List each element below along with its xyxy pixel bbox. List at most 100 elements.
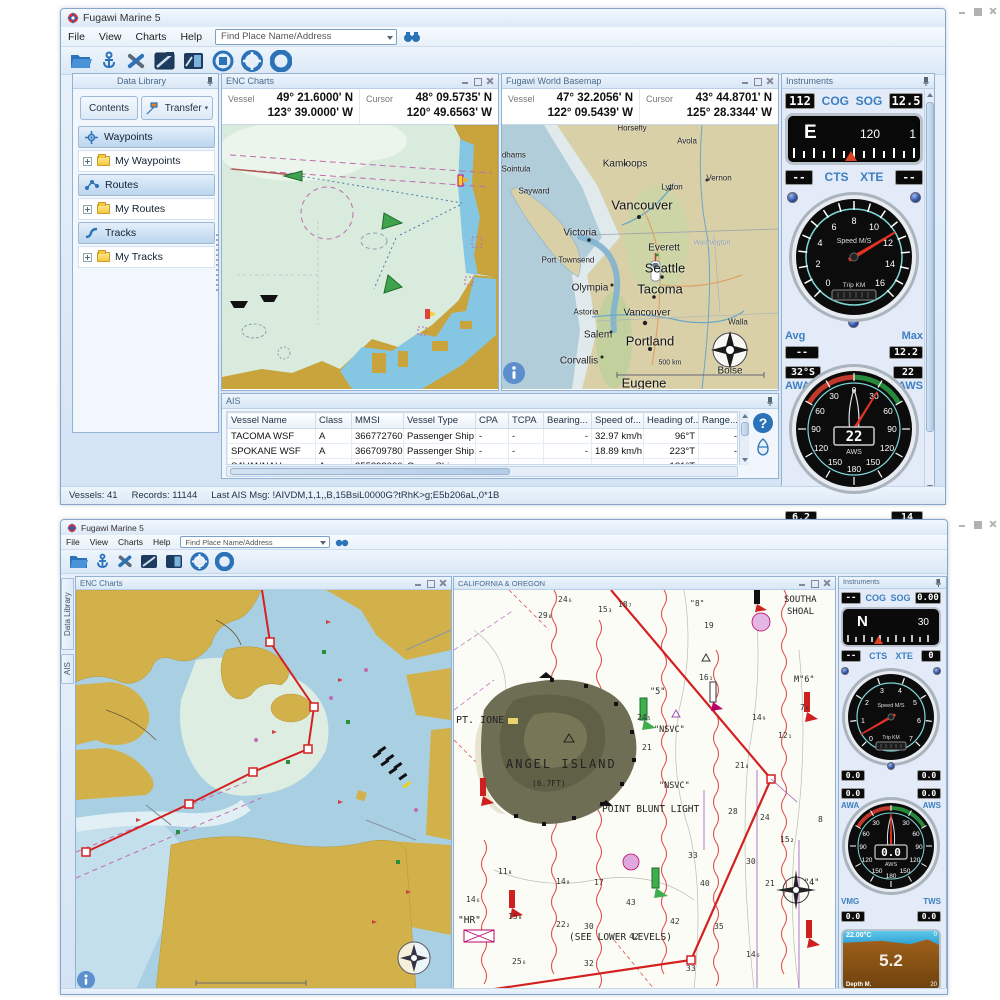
minimize-icon[interactable] (958, 520, 967, 528)
col-bearing[interactable]: Bearing... (544, 413, 592, 429)
tree-tracks[interactable]: Tracks (78, 222, 215, 244)
maximize-icon[interactable] (426, 579, 435, 587)
titlebar[interactable]: Fugawi Marine 5 (61, 9, 945, 27)
window-controls-top[interactable] (958, 7, 997, 15)
gauge-knob[interactable] (933, 667, 941, 675)
binoculars-icon[interactable] (403, 31, 421, 43)
search-dropdown-arrow[interactable] (320, 541, 326, 545)
col-vessel-type[interactable]: Vessel Type (404, 413, 476, 429)
tree-my-waypoints[interactable]: My Waypoints (78, 150, 215, 172)
chart-view-icon[interactable] (154, 51, 176, 71)
menu-charts[interactable]: Charts (129, 29, 174, 45)
tools-icon[interactable] (116, 553, 134, 570)
col-cpa[interactable]: CPA (476, 413, 509, 429)
ais-hscrollbar[interactable] (226, 466, 738, 477)
maximize-icon[interactable] (753, 77, 762, 85)
window-controls-bottom[interactable] (958, 520, 997, 528)
minimize-icon[interactable] (461, 77, 470, 85)
panel-splitter[interactable] (216, 234, 219, 294)
expand-icon[interactable] (83, 253, 92, 262)
close-icon[interactable] (485, 77, 494, 85)
menu-help[interactable]: Help (148, 536, 175, 548)
minimize-icon[interactable] (798, 579, 807, 587)
gauge-knob[interactable] (887, 762, 895, 770)
pin-icon[interactable] (766, 396, 774, 406)
binoculars-icon[interactable] (335, 537, 349, 547)
col-class[interactable]: Class (316, 413, 352, 429)
pin-icon[interactable] (206, 76, 214, 86)
tree-my-routes[interactable]: My Routes (78, 198, 215, 220)
record-track-icon[interactable] (270, 50, 292, 72)
minimize-icon[interactable] (741, 77, 750, 85)
anchor-icon[interactable] (95, 553, 110, 570)
svg-text:24: 24 (760, 813, 770, 822)
maximize-icon[interactable] (473, 77, 482, 85)
record-track-icon[interactable] (215, 552, 234, 571)
chart-label: PT. IONE (456, 715, 504, 726)
split-chart-icon[interactable] (183, 51, 205, 71)
mob-lifering-icon[interactable] (190, 552, 209, 571)
ais-table[interactable]: Vessel Name Class MMSI Vessel Type CPA T… (227, 412, 738, 465)
expand-icon[interactable] (83, 157, 92, 166)
expand-icon[interactable] (83, 205, 92, 214)
menu-view[interactable]: View (85, 536, 113, 548)
chart-view-icon[interactable] (140, 553, 159, 570)
restore-icon[interactable] (973, 520, 982, 528)
contents-tab[interactable]: Contents (80, 96, 138, 120)
basemap-canvas[interactable]: Horsefly Avola Kamloops Sointula Wadhams… (502, 125, 778, 389)
open-folder-icon[interactable] (69, 51, 93, 71)
col-speed[interactable]: Speed of... (592, 413, 644, 429)
col-tcpa[interactable]: TCPA (509, 413, 544, 429)
search-placeholder: Find Place Name/Address (221, 31, 331, 42)
sidebar-tab-data-library[interactable]: Data Library (61, 578, 74, 650)
vessel-list-icon[interactable] (756, 438, 770, 456)
restore-icon[interactable] (973, 7, 982, 15)
menu-file[interactable]: File (61, 29, 92, 45)
search-dropdown-arrow[interactable] (387, 36, 393, 40)
gauge-knob[interactable] (841, 667, 849, 675)
instruments-scrollbar[interactable] (924, 90, 934, 492)
ais-row[interactable]: SAVANNAHA355398000Cargo Ship----181°T- (228, 459, 739, 466)
ais-row[interactable]: SPOKANE WSFA366709780Passenger Ship---18… (228, 444, 739, 459)
pin-icon[interactable] (935, 578, 942, 587)
close-icon[interactable] (988, 520, 997, 528)
tree-routes[interactable]: Routes (78, 174, 215, 196)
enc-chart-canvas[interactable] (222, 125, 498, 389)
col-vessel-name[interactable]: Vessel Name (228, 413, 316, 429)
maximize-icon[interactable] (810, 579, 819, 587)
close-icon[interactable] (438, 579, 447, 587)
menu-file[interactable]: File (61, 536, 85, 548)
raster-chart-canvas[interactable]: PT. IONE ANGEL ISLAND (6.7FT) "NSVC" "NS… (454, 590, 835, 989)
city-label: Wadhams (502, 151, 526, 160)
col-heading[interactable]: Heading of... (644, 413, 699, 429)
menu-help[interactable]: Help (173, 29, 209, 45)
enc-chart-canvas[interactable] (76, 590, 451, 989)
search-input[interactable]: Find Place Name/Address (215, 29, 397, 45)
tree-my-tracks[interactable]: My Tracks (78, 246, 215, 268)
minimize-icon[interactable] (958, 7, 967, 15)
split-chart-icon[interactable] (165, 553, 184, 570)
open-folder-icon[interactable] (69, 553, 89, 570)
close-icon[interactable] (765, 77, 774, 85)
menu-charts[interactable]: Charts (113, 536, 148, 548)
search-input[interactable]: Find Place Name/Address (180, 536, 330, 548)
center-vessel-icon[interactable] (212, 50, 234, 72)
minimize-icon[interactable] (414, 579, 423, 587)
help-icon[interactable]: ? (752, 412, 774, 434)
col-range[interactable]: Range... (699, 413, 739, 429)
tools-icon[interactable] (125, 51, 147, 71)
ais-row[interactable]: TACOMA WSFA366772760Passenger Ship---32.… (228, 429, 739, 444)
tree-waypoints[interactable]: Waypoints (78, 126, 215, 148)
close-icon[interactable] (822, 579, 831, 587)
svg-text:1: 1 (861, 718, 865, 725)
menu-view[interactable]: View (92, 29, 129, 45)
pin-icon[interactable] (922, 76, 930, 86)
sidebar-tab-ais[interactable]: AIS (61, 654, 74, 684)
col-mmsi[interactable]: MMSI (352, 413, 404, 429)
depth-value: 5.2 (843, 951, 939, 971)
transfer-tab[interactable]: Transfer ▾ (141, 96, 213, 120)
ais-vscrollbar[interactable] (739, 411, 749, 465)
close-icon[interactable] (988, 7, 997, 15)
anchor-icon[interactable] (100, 51, 118, 71)
mob-lifering-icon[interactable] (241, 50, 263, 72)
